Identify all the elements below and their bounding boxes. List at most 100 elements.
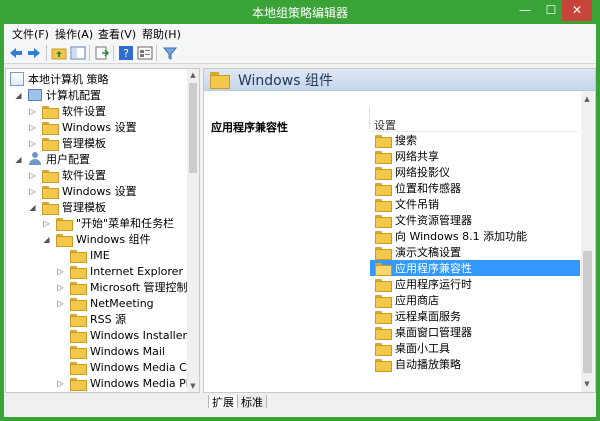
tree-item-rss[interactable]: RSS 源 <box>56 311 126 327</box>
expand-arrow-icon[interactable]: ▷ <box>56 299 65 308</box>
collapse-arrow-icon[interactable]: ◢ <box>42 235 51 244</box>
folder-icon <box>375 198 392 212</box>
expand-arrow-icon[interactable]: ▷ <box>56 379 65 388</box>
scroll-down-arrow-icon[interactable]: ▼ <box>187 380 199 392</box>
tree-item-label: Internet Explorer <box>90 264 183 278</box>
export-list-icon[interactable] <box>94 45 110 61</box>
tree-item-software-settings[interactable]: ▷ 软件设置 <box>28 167 106 183</box>
menu-file[interactable]: 文件(F) <box>12 26 49 42</box>
settings-item[interactable]: 桌面小工具 <box>370 340 580 356</box>
settings-item[interactable]: 应用程序运行时 <box>370 276 580 292</box>
folder-icon <box>56 233 73 247</box>
tree-scrollbar[interactable]: ▲ ▼ <box>187 69 199 392</box>
collapse-arrow-icon[interactable]: ◢ <box>14 91 23 100</box>
title-bar[interactable]: 本地组策略编辑器 — ☐ ✕ <box>0 0 600 24</box>
settings-item-label: 网络投影仪 <box>395 166 450 179</box>
navigation-tree[interactable]: 本地计算机 策略 ◢ 计算机配置 ▷ 软件设置 ▷ Windows 设置 ▷ 管… <box>5 68 200 393</box>
back-icon[interactable] <box>8 45 24 61</box>
tree-item-admin-templates[interactable]: ▷ 管理模板 <box>28 135 106 151</box>
menu-view[interactable]: 查看(V) <box>98 26 136 42</box>
menu-help[interactable]: 帮助(H) <box>142 26 181 42</box>
tree-item-label: Windows Media Cent <box>90 360 200 374</box>
tree-item-label: IME <box>90 248 110 262</box>
forward-icon[interactable] <box>26 45 42 61</box>
settings-item[interactable]: 应用商店 <box>370 292 580 308</box>
expand-arrow-icon[interactable]: ▷ <box>56 283 65 292</box>
settings-item-label: 演示文稿设置 <box>395 246 461 259</box>
expand-arrow-icon[interactable]: ▷ <box>28 187 37 196</box>
settings-item-selected[interactable]: 应用程序兼容性 <box>370 260 580 276</box>
settings-scroll-thumb[interactable] <box>583 251 592 373</box>
menu-action[interactable]: 操作(A) <box>55 26 93 42</box>
toolbar: ? <box>4 42 596 64</box>
scroll-down-arrow-icon[interactable]: ▼ <box>581 378 593 390</box>
tree-item-start-menu-taskbar[interactable]: ▷ "开始"菜单和任务栏 <box>42 215 174 231</box>
collapse-arrow-icon[interactable]: ◢ <box>28 203 37 212</box>
tree-item-windows-media-center[interactable]: Windows Media Cent <box>56 359 200 375</box>
tree-item-label: Windows 组件 <box>76 233 151 246</box>
details-pane: Windows 组件 应用程序兼容性 设置 搜索 网络共享 网络投影仪 位置和传… <box>203 68 596 393</box>
settings-item[interactable]: 搜索 <box>370 132 580 148</box>
settings-item-label: 桌面窗口管理器 <box>395 326 472 339</box>
settings-scrollbar[interactable]: ▲ ▼ <box>581 91 594 392</box>
tree-item-ime[interactable]: IME <box>56 247 110 263</box>
tree-item-label: Windows 设置 <box>62 121 137 134</box>
tree-item-mmc[interactable]: ▷ Microsoft 管理控制台 <box>56 279 199 295</box>
details-header: Windows 组件 <box>204 69 595 91</box>
toolbar-separator <box>89 45 90 61</box>
expand-arrow-icon[interactable]: ▷ <box>28 139 37 148</box>
folder-icon <box>375 214 392 228</box>
expand-arrow-icon[interactable]: ▷ <box>28 171 37 180</box>
tree-item-windows-settings[interactable]: ▷ Windows 设置 <box>28 119 137 135</box>
tree-item-windows-components[interactable]: ◢ Windows 组件 <box>42 231 151 247</box>
expand-arrow-icon[interactable]: ▷ <box>56 267 65 276</box>
settings-item[interactable]: 网络共享 <box>370 148 580 164</box>
folder-icon <box>42 105 59 119</box>
filter-icon[interactable] <box>162 45 178 61</box>
close-button[interactable]: ✕ <box>562 0 592 21</box>
collapse-arrow-icon[interactable]: ◢ <box>14 155 23 164</box>
folder-icon <box>70 345 87 359</box>
tree-item-user-config[interactable]: ◢ 用户配置 <box>14 151 90 167</box>
expand-arrow-icon[interactable]: ▷ <box>42 219 51 228</box>
tree-scroll-thumb[interactable] <box>189 83 197 173</box>
tree-item-admin-templates[interactable]: ◢ 管理模板 <box>28 199 106 215</box>
help-icon[interactable]: ? <box>118 45 134 61</box>
tree-item-software-settings[interactable]: ▷ 软件设置 <box>28 103 106 119</box>
tree-item-internet-explorer[interactable]: ▷ Internet Explorer <box>56 263 183 279</box>
tree-item-windows-installer[interactable]: Windows Installer <box>56 327 187 343</box>
scroll-up-arrow-icon[interactable]: ▲ <box>581 93 593 105</box>
tree-item-windows-mail[interactable]: Windows Mail <box>56 343 165 359</box>
settings-item[interactable]: 演示文稿设置 <box>370 244 580 260</box>
tree-item-label: Windows Installer <box>90 328 188 342</box>
folder-icon <box>42 137 59 151</box>
folder-icon <box>375 166 392 180</box>
settings-item[interactable]: 文件吊销 <box>370 196 580 212</box>
settings-item[interactable]: 文件资源管理器 <box>370 212 580 228</box>
tree-item-netmeeting[interactable]: ▷ NetMeeting <box>56 295 154 311</box>
expand-arrow-icon[interactable]: ▷ <box>28 107 37 116</box>
settings-item[interactable]: 自动播放策略 <box>370 356 580 372</box>
tree-item-windows-media-player[interactable]: ▷ Windows Media Playe <box>56 375 199 391</box>
settings-item[interactable]: 远程桌面服务 <box>370 308 580 324</box>
toolbar-separator <box>113 45 114 61</box>
settings-item[interactable]: 位置和传感器 <box>370 180 580 196</box>
folder-icon <box>42 121 59 135</box>
scroll-up-arrow-icon[interactable]: ▲ <box>187 69 199 81</box>
tree-item-local-policy[interactable]: 本地计算机 策略 <box>10 71 109 87</box>
folder-icon <box>42 185 59 199</box>
settings-item[interactable]: 向 Windows 8.1 添加功能 <box>370 228 580 244</box>
tree-item-label: 计算机配置 <box>46 89 101 102</box>
tree-item-label: Microsoft 管理控制台 <box>90 281 199 294</box>
properties-icon[interactable] <box>137 45 153 61</box>
expand-arrow-icon[interactable]: ▷ <box>28 123 37 132</box>
tree-item-computer-config[interactable]: ◢ 计算机配置 <box>14 87 101 103</box>
show-hide-tree-icon[interactable] <box>70 45 86 61</box>
settings-item[interactable]: 网络投影仪 <box>370 164 580 180</box>
tree-item-windows-settings[interactable]: ▷ Windows 设置 <box>28 183 137 199</box>
up-folder-icon[interactable] <box>51 45 67 61</box>
policy-doc-icon <box>10 72 24 86</box>
settings-item[interactable]: 桌面窗口管理器 <box>370 324 580 340</box>
